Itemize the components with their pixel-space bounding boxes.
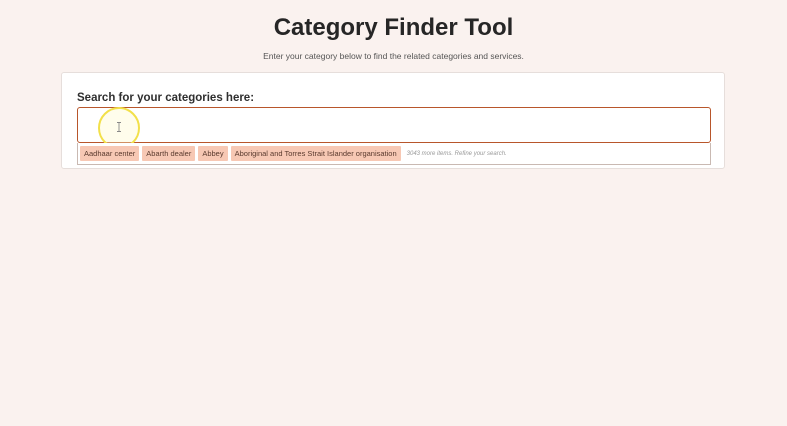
more-items-note: 3043 more items. Refine your search.: [406, 150, 507, 157]
suggestion-chip[interactable]: Aboriginal and Torres Strait Islander or…: [230, 145, 401, 162]
suggestion-chip[interactable]: Abbey: [198, 145, 228, 162]
suggestion-chip[interactable]: Aadhaar center: [80, 145, 140, 162]
page-title: Category Finder Tool: [273, 14, 514, 41]
search-label: Search for your categories here:: [77, 92, 255, 104]
suggestion-chip[interactable]: Abarth dealer: [142, 145, 196, 162]
page-subtitle: Enter your category below to find the re…: [263, 51, 524, 61]
text-cursor-icon: [117, 122, 121, 132]
search-card: Search for your categories here: Aadhaar…: [61, 72, 725, 169]
search-input[interactable]: [77, 107, 711, 143]
suggestions-list: Aadhaar center Abarth dealer Abbey Abori…: [77, 143, 711, 165]
